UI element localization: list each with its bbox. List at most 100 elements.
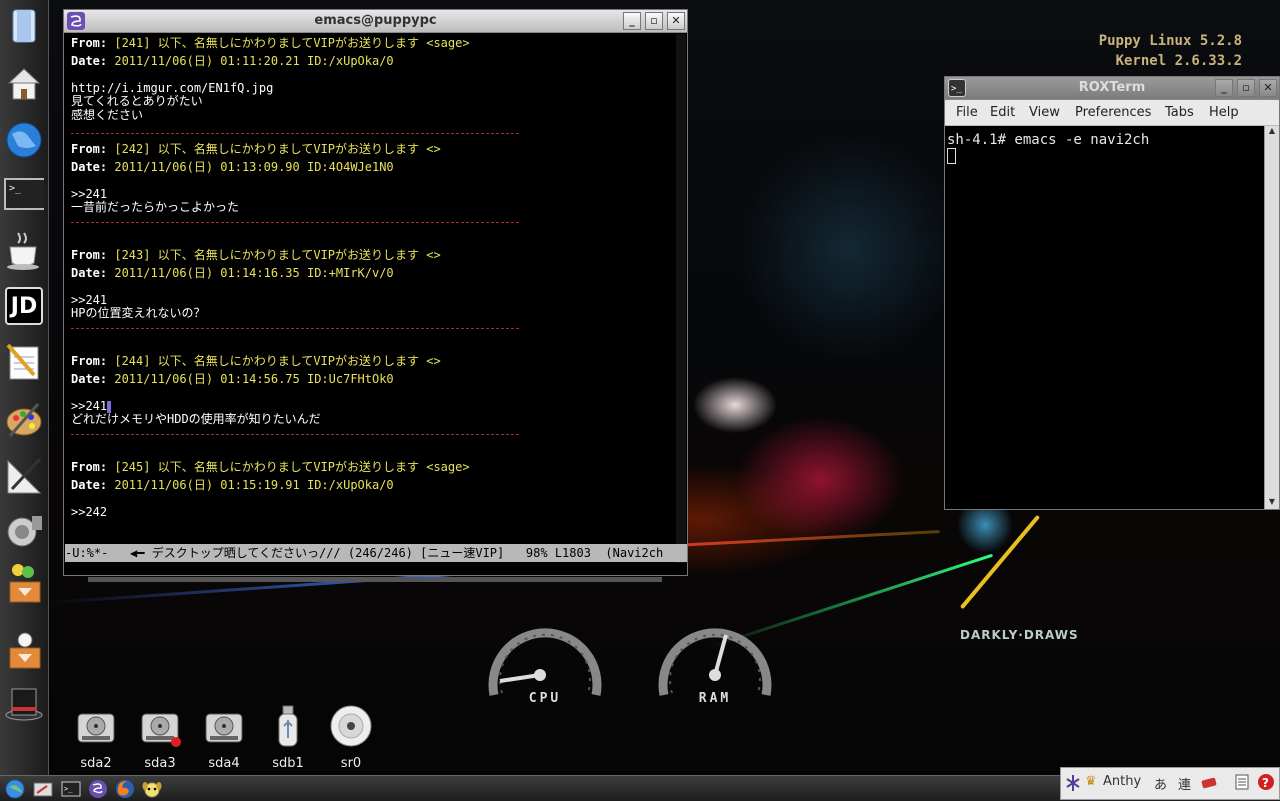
menu-view[interactable]: View bbox=[1029, 105, 1060, 120]
crown-icon[interactable]: ♛ bbox=[1085, 774, 1097, 789]
scroll-up-arrow-icon[interactable]: ▲ bbox=[1265, 126, 1279, 138]
home-icon[interactable] bbox=[4, 62, 44, 106]
post-from-line: From: [243] 以下、名無しにかわりましてVIPがお送りします <> bbox=[71, 246, 689, 264]
from-key: From: bbox=[71, 460, 108, 474]
input-method-icon[interactable] bbox=[1065, 774, 1081, 796]
post-date: 2011/11/06(日) 01:14:56.75 ID:Uc7FHtOk0 bbox=[107, 372, 394, 386]
emacs-maximize-button[interactable]: ▫ bbox=[645, 12, 663, 30]
ime-mode-label[interactable]: あ bbox=[1154, 774, 1167, 793]
cpu-gauge-dial bbox=[488, 628, 602, 696]
thread-post: From: [245] 以下、名無しにかわりましてVIPがお送りします <sag… bbox=[71, 458, 689, 544]
ram-gauge-label: RAM bbox=[698, 691, 732, 706]
drive-label: sr0 bbox=[340, 756, 362, 771]
roxterm-scrollbar[interactable]: ▲ ▼ bbox=[1264, 126, 1279, 509]
post-date-line: Date: 2011/11/06(日) 01:11:20.21 ID:/xUpO… bbox=[71, 52, 689, 70]
emacs-minimize-button[interactable]: _ bbox=[623, 12, 641, 30]
svg-text:>_: >_ bbox=[64, 785, 73, 793]
paint-palette-icon[interactable] bbox=[4, 398, 44, 442]
taskbar-emacs-icon[interactable] bbox=[87, 778, 109, 799]
menu-tabs[interactable]: Tabs bbox=[1165, 105, 1194, 120]
magic-hat-icon[interactable] bbox=[4, 680, 44, 724]
drive-sr0[interactable]: sr0 bbox=[323, 704, 379, 771]
emacs-titlebar[interactable]: emacs@puppypc _ ▫ ✕ bbox=[64, 10, 687, 33]
menu-help[interactable]: Help bbox=[1209, 105, 1239, 120]
post-from: [245] 以下、名無しにかわりましてVIPがお送りします <sage> bbox=[107, 460, 470, 474]
post-date: 2011/11/06(日) 01:13:09.90 ID:4O4WJe1N0 bbox=[107, 160, 394, 174]
jd-icon[interactable]: JD bbox=[4, 284, 44, 328]
post-date-line: Date: 2011/11/06(日) 01:14:16.35 ID:+MIrK… bbox=[71, 264, 689, 282]
start-menu-globe-icon[interactable] bbox=[4, 778, 26, 799]
drive-sda3[interactable]: sda3 bbox=[132, 704, 188, 771]
roxterm-window: >_ ROXTerm _ ▫ ✕ File Edit View Preferen… bbox=[944, 76, 1280, 510]
roxterm-close-button[interactable]: ✕ bbox=[1259, 79, 1277, 97]
emacs-scrollbar[interactable] bbox=[676, 34, 686, 564]
jd-icon-text: JD bbox=[5, 287, 43, 325]
roxterm-menubar: File Edit View Preferences Tabs Help bbox=[945, 101, 1279, 126]
scroll-down-arrow-icon[interactable]: ▼ bbox=[1265, 497, 1279, 509]
drive-label: sda3 bbox=[144, 756, 176, 771]
ram-gauge: RAM bbox=[650, 605, 780, 735]
ime-tool-icon[interactable] bbox=[1235, 774, 1249, 794]
puppy-package-icon[interactable] bbox=[4, 628, 44, 672]
drive-sdb1[interactable]: sdb1 bbox=[260, 704, 316, 771]
post-date: 2011/11/06(日) 01:14:16.35 ID:+MIrK/v/0 bbox=[107, 266, 394, 280]
post-reply-anchor-text: >>241 bbox=[71, 399, 108, 413]
emacs-title: emacs@puppypc bbox=[314, 13, 437, 28]
taskbar-puppy-icon[interactable] bbox=[141, 778, 163, 799]
ime-engine-label[interactable]: Anthy bbox=[1103, 774, 1141, 789]
post-body-line: HPの位置変えれないの？ bbox=[71, 306, 206, 321]
post-date-line: Date: 2011/11/06(日) 01:15:19.91 ID:/xUpO… bbox=[71, 476, 689, 494]
post-from: [243] 以下、名無しにかわりましてVIPがお送りします <> bbox=[107, 248, 441, 262]
emacs-close-button[interactable]: ✕ bbox=[667, 12, 685, 30]
taskbar-terminal-icon[interactable]: >_ bbox=[60, 778, 82, 799]
cdrom-icon bbox=[330, 705, 372, 747]
files-icon[interactable] bbox=[4, 4, 44, 48]
thread-post: From: [244] 以下、名無しにかわりましてVIPがお送りします <> D… bbox=[71, 352, 689, 458]
emacs-buffer[interactable]: From: [241] 以下、名無しにかわりましてVIPがお送りします <sag… bbox=[71, 34, 689, 544]
menu-preferences[interactable]: Preferences bbox=[1075, 105, 1151, 120]
drive-sda4[interactable]: sda4 bbox=[196, 704, 252, 771]
drive-label: sda4 bbox=[208, 756, 240, 771]
globe-icon[interactable] bbox=[4, 118, 44, 162]
roxterm-maximize-button[interactable]: ▫ bbox=[1237, 79, 1255, 97]
emacs-horizontal-scrollbar[interactable] bbox=[88, 577, 662, 582]
taskbar-firefox-icon[interactable] bbox=[114, 778, 136, 799]
roxterm-minimize-button[interactable]: _ bbox=[1215, 79, 1233, 97]
post-reply-anchor[interactable]: >>242 bbox=[71, 505, 689, 519]
system-tray: ♛ Anthy あ 連 ? bbox=[1060, 767, 1280, 800]
menu-edit[interactable]: Edit bbox=[990, 105, 1015, 120]
post-body-line: どれだけメモリやHDDの使用率が知りたいんだ bbox=[71, 412, 321, 427]
ime-conversion-label[interactable]: 連 bbox=[1178, 774, 1191, 793]
notepad-icon[interactable] bbox=[4, 340, 44, 384]
date-key: Date: bbox=[71, 372, 108, 386]
wallpaper-brand: DARKLY·DRAWS bbox=[960, 628, 1079, 642]
package-install-icon[interactable] bbox=[4, 562, 44, 606]
emacs-window: emacs@puppypc _ ▫ ✕ From: [241] 以下、名無しにか… bbox=[63, 9, 689, 582]
show-desktop-icon[interactable] bbox=[32, 778, 54, 799]
terminal-command-line: sh-4.1# emacs -e navi2ch bbox=[947, 132, 1150, 148]
post-separator bbox=[71, 133, 519, 134]
thread-post: From: [243] 以下、名無しにかわりましてVIPがお送りします <> D… bbox=[71, 246, 689, 352]
ram-gauge-dial bbox=[658, 628, 772, 696]
drive-sda2[interactable]: sda2 bbox=[68, 704, 124, 771]
thread-post: From: [242] 以下、名無しにかわりましてVIPがお送りします <> D… bbox=[71, 140, 689, 246]
draw-icon[interactable] bbox=[4, 454, 44, 498]
roxterm-titlebar[interactable]: >_ ROXTerm _ ▫ ✕ bbox=[945, 77, 1279, 100]
cpu-gauge: CPU bbox=[480, 605, 610, 735]
speaker-icon[interactable] bbox=[4, 508, 44, 552]
help-icon[interactable]: ? bbox=[1257, 773, 1275, 795]
usb-drive-icon bbox=[278, 705, 298, 747]
from-key: From: bbox=[71, 354, 108, 368]
date-key: Date: bbox=[71, 160, 108, 174]
hard-drive-mounted-icon bbox=[141, 713, 181, 747]
roxterm-terminal[interactable]: sh-4.1# emacs -e navi2ch bbox=[945, 126, 1265, 509]
emacs-minibuffer[interactable] bbox=[65, 563, 687, 575]
text-cursor bbox=[107, 400, 112, 413]
post-separator bbox=[71, 328, 519, 329]
menu-file[interactable]: File bbox=[956, 105, 978, 120]
terminal-icon[interactable]: >_ bbox=[4, 172, 44, 216]
post-date: 2011/11/06(日) 01:15:19.91 ID:/xUpOka/0 bbox=[107, 478, 394, 492]
ime-dictionary-icon[interactable] bbox=[1201, 777, 1217, 793]
drive-label: sda2 bbox=[80, 756, 112, 771]
java-coffee-icon[interactable] bbox=[4, 228, 44, 272]
